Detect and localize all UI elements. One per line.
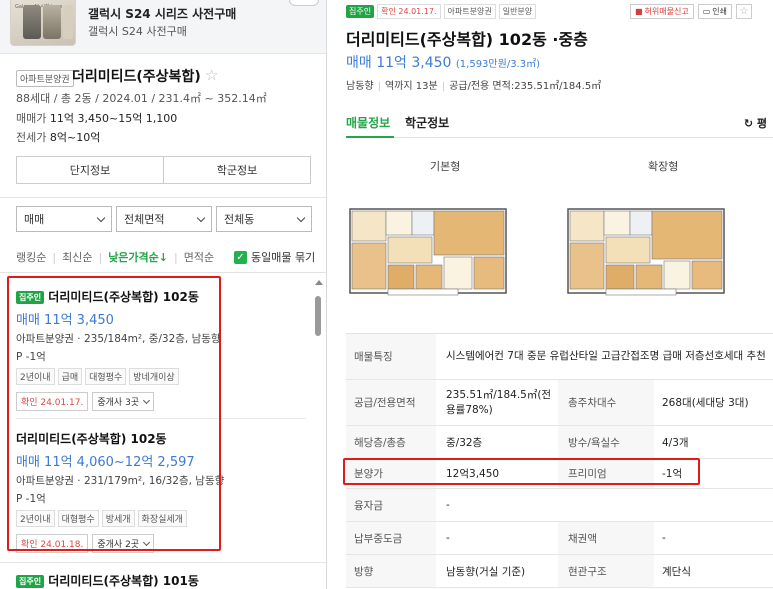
table-row: 융자금 - [346, 489, 773, 522]
listing-tags: 2년이내 급매 대형평수 방네개이상 [16, 368, 306, 385]
listing-title: 더리미티드(주상복합) 101동 [48, 574, 199, 588]
complex-info-buttons: 단지정보 학군정보 [16, 156, 311, 184]
listing-item[interactable]: 더리미티드(주상복합) 102동 매매 11억 4,060~12억 2,597 … [16, 430, 306, 553]
report-button[interactable]: ■ 허위매물신고 [630, 4, 694, 19]
ad-close-button[interactable] [289, 0, 319, 6]
floorplan-label: 확장형 [648, 160, 679, 173]
chevron-down-icon [96, 213, 106, 222]
group-same-listings-toggle[interactable]: ✓ 동일매물 묶기 [234, 249, 315, 265]
tag: 방네개이상 [129, 368, 179, 385]
owner-badge: 집주인 [16, 291, 45, 304]
listing-tags: 2년이내 대형평수 방세개 화장실세개 [16, 510, 306, 527]
complex-type-badge: 아파트분양권 [16, 70, 74, 87]
tag: 2년이내 [16, 368, 55, 385]
floorplan-basic-image[interactable] [348, 203, 508, 298]
ad-banner[interactable]: Galaxy AI 시작 here 갤럭시 S24 시리즈 사전구매 갤럭시 S… [0, 0, 326, 54]
trade-type-select[interactable]: 매매 [16, 206, 112, 232]
tag: 급매 [57, 368, 83, 385]
favorite-star-icon[interactable]: ☆ [205, 66, 218, 84]
checkbox-checked-icon[interactable]: ✓ [234, 250, 247, 264]
floorplan-label: 기본형 [430, 160, 461, 173]
scroll-up-arrow-icon[interactable] [315, 280, 323, 285]
complex-info-button[interactable]: 단지정보 [17, 157, 163, 183]
divider [16, 418, 306, 419]
siren-icon: ■ [635, 7, 643, 16]
sort-area[interactable]: 면적순 [184, 249, 214, 265]
print-button[interactable]: ▭ 인쇄 [697, 4, 733, 19]
listing-price: 매매 11억 4,060~12억 2,597 [16, 455, 195, 470]
tag: 방세개 [101, 510, 135, 527]
ad-subtitle: 갤럭시 S24 사전구매 [88, 25, 187, 38]
chevron-down-icon [143, 396, 151, 404]
print-icon: ▭ [702, 7, 711, 16]
detail-title: 더리미티드(주상복합) 102동 ·중층 [346, 30, 588, 49]
confirmed-date: 확인 24.01.18. [16, 534, 89, 553]
complex-sale-price: 매매가 11억 3,450~15억 1,100 [16, 112, 178, 125]
chevron-down-icon [296, 213, 306, 222]
tab-school-info[interactable]: 학군정보 [405, 114, 449, 131]
type-badge: 아파트분양권 [443, 4, 496, 19]
listing-title: 더리미티드(주상복합) 102동 [16, 432, 167, 446]
listing-desc: 아파트분양권 · 235/184m², 중/32층, 남동향 [16, 333, 221, 345]
table-row: 공급/전용면적 235.51㎡/184.5㎡(전용률78%) 총주차대수 268… [346, 380, 773, 426]
listing-item[interactable]: 집주인 더리미티드(주상복합) 102동 매매 11억 3,450 아파트분양권… [16, 288, 306, 411]
tag: 대형평수 [85, 368, 127, 385]
complex-name: 더리미티드(주상복합) [72, 69, 201, 85]
detail-panel: 집주인 확인 24.01.17. 아파트분양권 일반분양 ■ 허위매물신고 ▭ 인쇄… [328, 0, 773, 589]
listing-detail-table: 매물특징 시스템에어컨 7대 중문 유럽산타일 고급간접조명 급매 저층선호세대… [346, 333, 773, 588]
tag: 2년이내 [16, 510, 55, 527]
refresh-icon: ↻ [743, 117, 754, 130]
confirmed-badge: 확인 24.01.17. [377, 4, 441, 19]
chevron-down-icon [143, 538, 151, 546]
confirmed-date: 확인 24.01.17. [16, 392, 89, 411]
tag: 화장실세개 [137, 510, 187, 527]
sort-ranking[interactable]: 랭킹순 [16, 249, 46, 265]
scrollbar-thumb[interactable] [315, 296, 321, 336]
owner-badge: 집주인 [16, 575, 45, 588]
school-info-button[interactable]: 학군정보 [163, 157, 310, 183]
ad-title[interactable]: 갤럭시 S24 시리즈 사전구매 [88, 5, 236, 22]
ad-product-image: Galaxy AI 시작 here [10, 0, 76, 46]
agents-dropdown[interactable]: 중개사 3곳 [92, 392, 155, 411]
listing-desc: 아파트분양권 · 231/179m², 16/32층, 남동향 [16, 475, 225, 487]
table-row: 해당층/총층 중/32층 방수/욕실수 4/3개 [346, 426, 773, 459]
complex-meta: 88세대 / 총 2동 / 2024.01 / 231.4㎡ ~ 352.14㎡ [16, 92, 267, 105]
floorplan-area: 기본형 확장형 [346, 138, 773, 333]
left-panel: Galaxy AI 시작 here 갤럭시 S24 시리즈 사전구매 갤럭시 S… [0, 0, 327, 589]
filter-bar: 매매 전체면적 전체동 [16, 206, 312, 232]
chevron-down-icon [196, 213, 206, 222]
favorite-star-icon[interactable]: ☆ [736, 4, 753, 19]
feature-value: 시스템에어컨 7대 중문 유럽산타일 고급간접조명 급매 저층선호세대 추천 [446, 350, 766, 362]
detail-tabs: 매물정보 학군정보 ↻ 평 [346, 108, 773, 138]
tag: 대형평수 [57, 510, 99, 527]
divider [0, 272, 326, 273]
detail-actions: ■ 허위매물신고 ▭ 인쇄 ☆ [630, 4, 753, 19]
sort-low-price[interactable]: 낮은가격순↓ [108, 249, 168, 265]
listing-premium: P -1억 [16, 351, 46, 363]
table-row: 분양가 12억3,450 프리미엄 -1억 [346, 459, 773, 489]
tab-listing-info[interactable]: 매물정보 [346, 114, 390, 131]
divider [0, 197, 326, 198]
owner-badge: 집주인 [346, 5, 375, 18]
sort-options: 랭킹순 | 최신순 | 낮은가격순↓ | 면적순 [16, 249, 215, 265]
agents-dropdown[interactable]: 중개사 2곳 [92, 534, 155, 553]
listing-title: 더리미티드(주상복합) 102동 [48, 290, 199, 304]
listing-price: 매매 11억 3,450 [16, 313, 114, 328]
detail-badges: 집주인 확인 24.01.17. 아파트분양권 일반분양 [346, 4, 537, 19]
complex-jeonse-price: 전세가 8억~10억 [16, 131, 101, 144]
area-select[interactable]: 전체면적 [116, 206, 212, 232]
listing-premium: P -1억 [16, 493, 46, 505]
sale-type-badge: 일반분양 [498, 4, 537, 19]
detail-meta: 남동향 | 역까지 13분 | 공급/전용 면적:235.51㎡/184.5㎡ [346, 81, 602, 92]
floorplan-extended-image[interactable] [566, 203, 726, 298]
table-row: 납부중도금 - 채권액 - [346, 522, 773, 555]
table-row: 방향 남동향(거실 기준) 현관구조 계단식 [346, 555, 773, 588]
building-select[interactable]: 전체동 [216, 206, 312, 232]
unit-toggle-button[interactable]: ↻ 평 [744, 115, 767, 131]
sort-latest[interactable]: 최신순 [62, 249, 92, 265]
divider [0, 562, 326, 563]
listing-item[interactable]: 집주인 더리미티드(주상복합) 101동 [16, 572, 306, 589]
detail-price: 매매 11억 3,450 (1,593만원/3.3㎡) [346, 55, 540, 71]
table-row: 매물특징 시스템에어컨 7대 중문 유럽산타일 고급간접조명 급매 저층선호세대… [346, 334, 773, 380]
